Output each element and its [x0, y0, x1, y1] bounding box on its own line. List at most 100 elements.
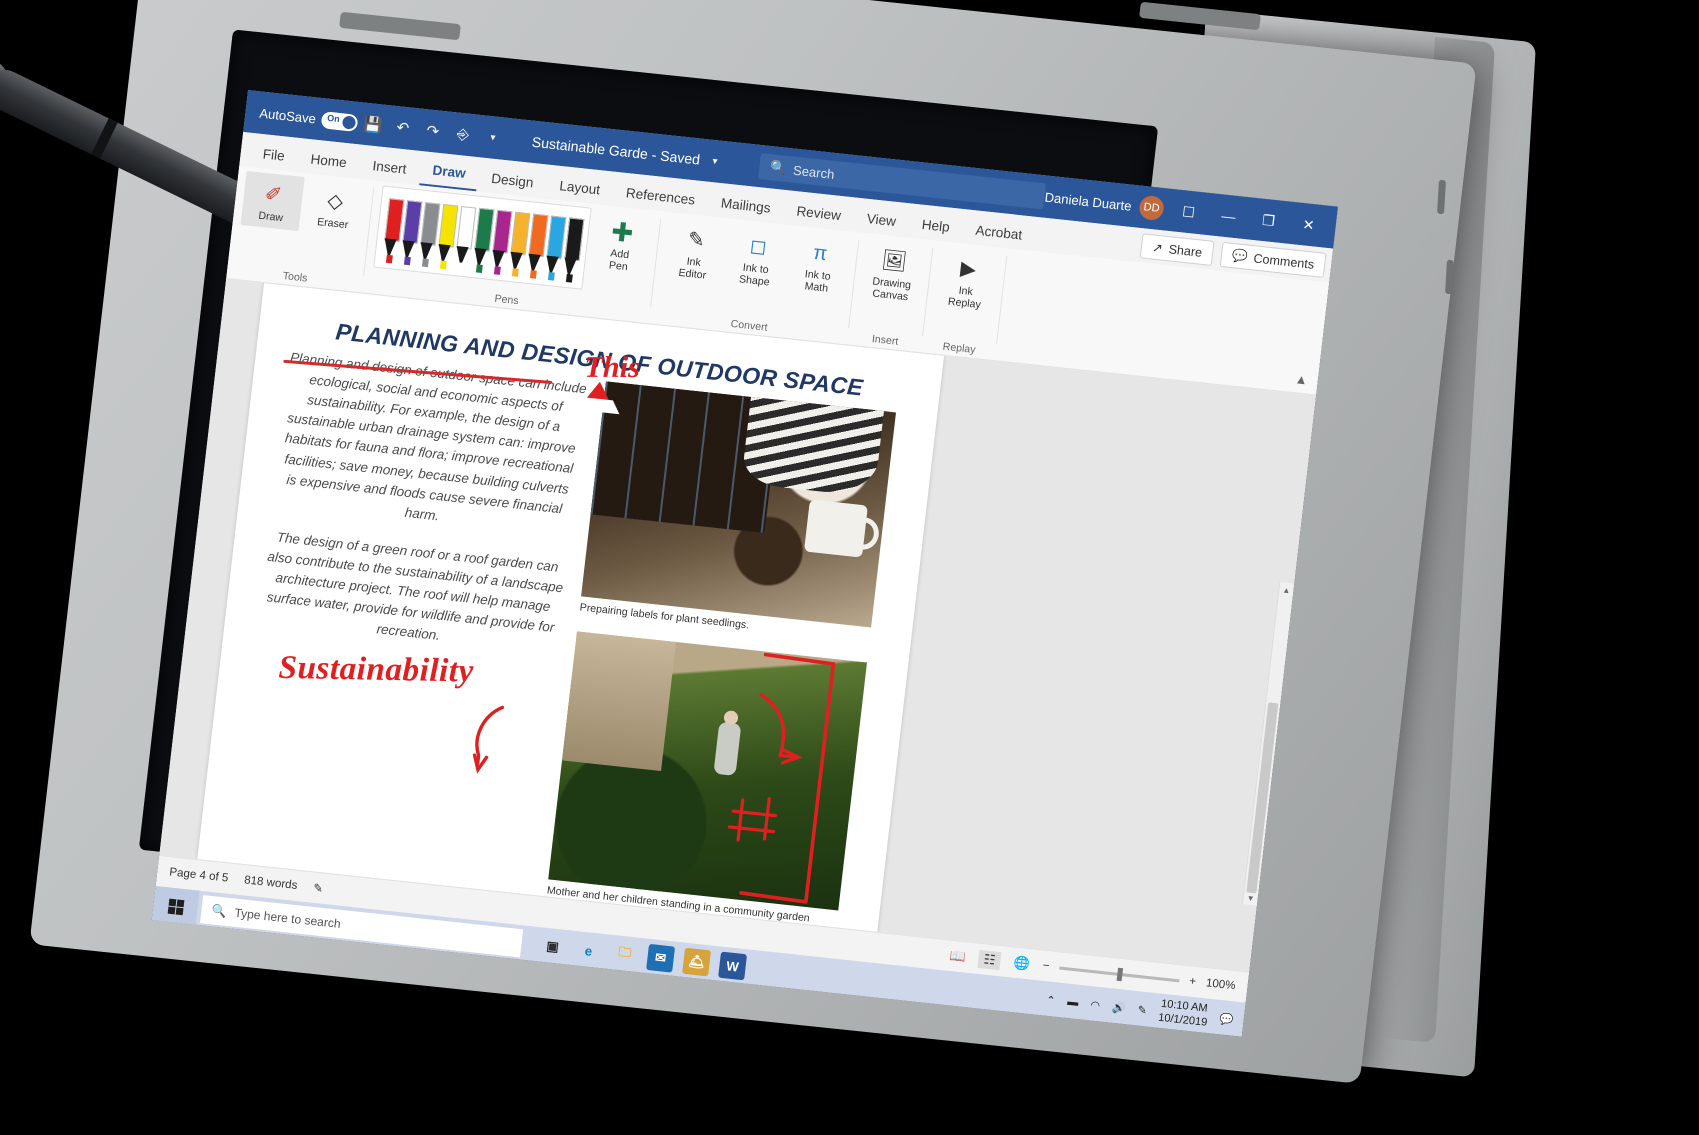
paragraph-2: The design of a green roof or a roof gar… — [266, 529, 564, 644]
word-count[interactable]: 818 words — [244, 874, 298, 892]
ink-to-shape-button[interactable]: ◻ Ink to Shape — [724, 223, 790, 294]
document-area[interactable]: PLANNING AND DESIGN OF OUTDOOR SPACE Pla… — [159, 279, 1317, 972]
ribbon-button-label: Eraser — [316, 215, 349, 232]
ink-replay-icon: ▶ — [959, 257, 978, 282]
scroll-up-icon[interactable]: ▲ — [1279, 582, 1295, 597]
ribbon-group-items: ▶ Ink Replay — [934, 245, 1000, 316]
ribbon-group-tools: ✐ Draw ◇ Eraser Tools — [226, 166, 375, 293]
garden-person — [713, 721, 742, 776]
ink-to-math-button[interactable]: π Ink to Math — [786, 229, 852, 300]
autosave-toggle[interactable]: On — [320, 110, 359, 132]
autosave-state-label: On — [326, 112, 341, 124]
paragraph-1: Planning and design of outdoor space can… — [272, 348, 588, 541]
ribbon-group-convert: ✎ Ink Editor ◻ Ink to Shape π Ink to Math Conv… — [649, 211, 860, 344]
ink-to-shape-icon: ◻ — [748, 234, 768, 259]
volume-icon[interactable]: 🔊 — [1111, 1000, 1126, 1014]
minimize-button[interactable]: — — [1207, 194, 1250, 238]
scroll-down-icon[interactable]: ▼ — [1243, 890, 1259, 905]
zoom-in-button[interactable]: + — [1189, 975, 1197, 988]
share-button[interactable]: ↗ Share — [1139, 233, 1215, 267]
striped-sleeve — [741, 392, 885, 498]
windows-logo — [167, 898, 184, 915]
chevron-up-icon[interactable]: ▲ — [1294, 371, 1309, 387]
autosave-toggle-knob — [342, 114, 357, 130]
share-icon: ↗ — [1151, 240, 1164, 256]
microsoft-store-icon[interactable]: 🛎 — [682, 947, 712, 977]
zoom-out-button[interactable]: − — [1042, 960, 1050, 973]
ribbon-group-insert: 🖼 Drawing Canvas Insert — [847, 232, 934, 352]
ribbon-button-label: Ink to Math — [804, 268, 832, 295]
restore-button[interactable]: ❐ — [1247, 198, 1290, 242]
zoom-slider[interactable] — [1059, 965, 1180, 982]
comment-icon: 💬 — [1231, 248, 1249, 264]
pen-gallery[interactable] — [373, 185, 592, 290]
undo-icon[interactable]: ↶ — [388, 113, 417, 142]
show-hidden-icons-icon[interactable]: ⌃ — [1045, 993, 1056, 1007]
close-button[interactable]: ✕ — [1287, 203, 1330, 247]
user-account[interactable]: Daniela Duarte DD — [1043, 185, 1171, 222]
document-page[interactable]: PLANNING AND DESIGN OF OUTDOOR SPACE Pla… — [197, 283, 945, 932]
mug — [803, 498, 868, 558]
zoom-slider-knob[interactable] — [1116, 967, 1124, 981]
ribbon-group-label: Convert — [730, 317, 769, 334]
wifi-icon[interactable]: ◠ — [1090, 998, 1101, 1012]
paragraph-1-text: Planning and design of outdoor space can… — [283, 349, 588, 524]
zoom-level[interactable]: 100% — [1205, 977, 1236, 992]
ribbon-button-label: Ink Replay — [947, 284, 982, 311]
ink-editor-button[interactable]: ✎ Ink Editor — [662, 216, 728, 287]
save-icon[interactable]: 💾 — [358, 110, 387, 139]
battery-icon[interactable]: ▬ — [1067, 996, 1079, 1009]
ribbon-group-label: Replay — [942, 340, 977, 357]
add-pen-button[interactable]: ✚ Add Pen — [588, 208, 654, 279]
photo-community-garden[interactable] — [548, 631, 868, 911]
ribbon-button-label: Ink to Shape — [738, 261, 771, 289]
eraser-button[interactable]: ◇ Eraser — [303, 177, 367, 237]
proofing-errors-icon[interactable]: ✎ — [312, 881, 323, 896]
ribbon-button-label: Drawing Canvas — [871, 275, 912, 303]
notifications-icon[interactable]: 💬 — [1219, 1012, 1234, 1026]
ribbon-button-label: Draw — [257, 209, 284, 225]
drawing-canvas-button[interactable]: 🖼 Drawing Canvas — [860, 237, 926, 308]
ribbon-group-items: ✐ Draw ◇ Eraser — [240, 170, 367, 237]
page-indicator[interactable]: Page 4 of 5 — [169, 866, 229, 884]
file-explorer-icon[interactable]: 🗀 — [610, 940, 639, 969]
ink-replay-button[interactable]: ▶ Ink Replay — [934, 245, 1000, 316]
document-title-dropdown-icon[interactable]: ▾ — [701, 147, 730, 176]
customize-quick-access-icon[interactable]: ▾ — [478, 123, 507, 152]
laptop-screen: AutoSave On 💾 ↶ ↷ ⎆ ▾ Sustainable Garde … — [151, 90, 1339, 1037]
taskbar-clock[interactable]: 10:10 AM 10/1/2019 — [1157, 998, 1209, 1031]
ribbon-group-label: Insert — [871, 332, 899, 348]
draw-pen-icon: ✐ — [263, 183, 283, 207]
print-layout-icon[interactable]: ☷ — [977, 949, 1002, 971]
eraser-icon: ◇ — [326, 189, 345, 214]
touch-mode-icon[interactable]: ⎆ — [448, 120, 477, 149]
laptop-hinge-right — [1139, 1, 1261, 31]
taskbar-search-placeholder: Type here to search — [233, 905, 342, 932]
ribbon-display-options-icon[interactable]: ☐ — [1167, 190, 1210, 234]
comments-label: Comments — [1252, 250, 1315, 272]
autosave-control[interactable]: AutoSave On — [259, 104, 359, 132]
ribbon-group-label: Pens — [493, 292, 520, 308]
user-name: Daniela Duarte — [1043, 189, 1133, 214]
draw-pen-button[interactable]: ✐ Draw — [240, 170, 305, 231]
ribbon-button-label: Ink Editor — [677, 255, 707, 282]
redo-icon[interactable]: ↷ — [418, 117, 447, 146]
document-title[interactable]: Sustainable Garde - Saved — [531, 134, 701, 168]
ribbon-group-items: 🖼 Drawing Canvas — [860, 237, 926, 308]
search-placeholder: Search — [792, 162, 836, 182]
edge-browser-icon[interactable]: e — [574, 936, 603, 965]
read-mode-icon[interactable]: 📖 — [946, 946, 970, 966]
page-columns: Planning and design of outdoor space can… — [228, 348, 903, 959]
windows-start-icon[interactable] — [151, 886, 200, 927]
task-view-icon[interactable]: ▣ — [538, 932, 567, 961]
web-layout-icon[interactable]: 🌐 — [1010, 953, 1034, 973]
word-app-icon[interactable]: W — [718, 951, 748, 981]
ribbon-group-items: ✎ Ink Editor ◻ Ink to Shape π Ink to Math — [662, 216, 852, 301]
share-label: Share — [1167, 241, 1203, 260]
mail-icon[interactable]: ✉ — [646, 943, 676, 973]
avatar[interactable]: DD — [1138, 194, 1165, 222]
ribbon-group-label: Tools — [282, 269, 309, 285]
photo-seedlings[interactable] — [581, 381, 897, 628]
pen-menu-icon[interactable]: ✎ — [1137, 1003, 1148, 1017]
page-content: PLANNING AND DESIGN OF OUTDOOR SPACE Pla… — [194, 283, 944, 958]
